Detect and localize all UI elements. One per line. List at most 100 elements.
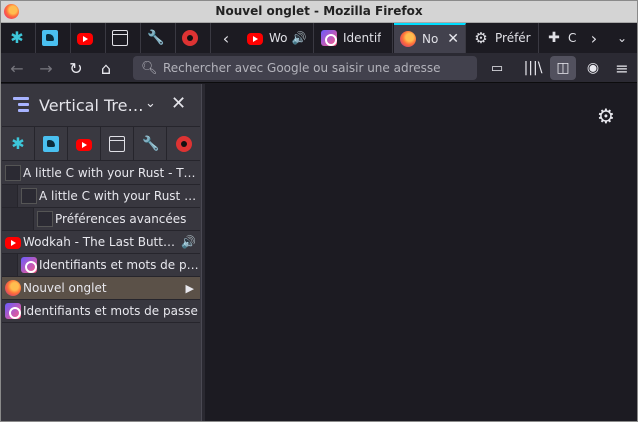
new-tab-page: ⚙: [205, 84, 637, 421]
tree-tab-label: A little C with your Rust - The …: [23, 166, 200, 180]
library-icon: |||\: [523, 60, 543, 76]
sidebar-icon: ◫: [556, 60, 570, 76]
youtube-icon: [5, 237, 21, 249]
tree-tab-identifiants-child[interactable]: Identifiants et mots de pa…: [2, 254, 200, 277]
hamburger-menu-icon: ≡: [615, 58, 629, 78]
pinned-tab-bird[interactable]: [36, 23, 71, 53]
pinned-tab-wrench[interactable]: 🔧: [134, 127, 167, 160]
tree-indent: [2, 208, 34, 230]
gear-icon[interactable]: ⚙: [597, 104, 615, 128]
pinned-tab-puzzle[interactable]: ✱: [2, 127, 35, 160]
tab-label: C: [568, 31, 577, 45]
pinned-tab-youtube[interactable]: [68, 127, 101, 160]
lock-icon: [321, 30, 337, 46]
play-arrow-icon: ▶: [185, 281, 194, 295]
extension-icon: ✚: [548, 30, 560, 46]
reload-button[interactable]: ↻: [64, 56, 88, 80]
tree-indent: [2, 185, 18, 207]
pinned-tab-window[interactable]: [101, 127, 134, 160]
red-record-icon: [182, 30, 198, 46]
tab-label: Identif: [343, 31, 382, 45]
account-button[interactable]: ◉: [581, 56, 605, 80]
tree-tab-rust-article[interactable]: A little C with your Rust - The …: [2, 162, 200, 185]
wrench-icon: 🔧: [142, 135, 160, 152]
sidebar-switcher-chevron-icon[interactable]: ⌄: [145, 96, 156, 111]
speaker-icon[interactable]: 🔊: [292, 31, 307, 45]
url-bar[interactable]: 🔍︎: [133, 56, 477, 80]
pinned-tab-window[interactable]: [106, 23, 141, 53]
blank-favicon-icon: [5, 165, 21, 181]
forward-button[interactable]: →: [34, 56, 58, 80]
sidebar-title[interactable]: Vertical Tre…: [39, 96, 143, 115]
tabs-scroll-left-button[interactable]: ‹: [215, 23, 237, 53]
pinned-tab-wrench[interactable]: 🔧: [141, 23, 176, 53]
reload-icon: ↻: [69, 58, 83, 78]
firefox-window: Nouvel onglet - Mozilla Firefox ✱ 🔧 ‹ Wo…: [0, 0, 638, 422]
tree-tab-label: Identifiants et mots de passe: [23, 304, 198, 318]
blank-favicon-icon: [37, 211, 53, 227]
tree-tab-label: Nouvel onglet: [23, 281, 107, 295]
pinned-tab-red[interactable]: [176, 23, 211, 53]
gear-icon: ⚙: [474, 29, 488, 47]
home-button[interactable]: ⌂: [94, 56, 118, 80]
chevron-left-icon: ‹: [222, 28, 230, 48]
wrench-icon: 🔧: [147, 30, 165, 46]
sidebar-tab-tree: A little C with your Rust - The … A litt…: [2, 162, 200, 323]
tree-tab-rust-article-child[interactable]: A little C with your Rust - T…: [2, 185, 200, 208]
library-button[interactable]: |||\: [521, 56, 545, 80]
lock-icon: [5, 303, 21, 319]
tab-extension[interactable]: ✚ C: [540, 23, 580, 53]
tab-label: No: [422, 32, 439, 46]
tab-nouvel-onglet[interactable]: No ✕: [394, 23, 466, 53]
arrow-right-icon: →: [39, 58, 53, 78]
speaker-icon[interactable]: 🔊: [181, 235, 196, 249]
sidebar-toggle-button[interactable]: ◫: [550, 56, 576, 80]
tree-tab-identifiants[interactable]: Identifiants et mots de passe: [2, 300, 200, 323]
navigation-toolbar: ← → ↻ ⌂ 🔍︎ ▭ |||\ ◫ ◉ ≡: [1, 53, 637, 83]
tree-tab-label: Identifiants et mots de pa…: [39, 258, 200, 272]
chevron-down-icon: ⌄: [616, 31, 628, 45]
sidebar-close-icon[interactable]: ✕: [171, 93, 186, 114]
tree-tab-wodkah[interactable]: Wodkah - The Last Butterf… 🔊: [2, 231, 200, 254]
tab-label: Wo: [269, 31, 288, 45]
tab-preferences[interactable]: ⚙ Préfér: [467, 23, 539, 53]
pinned-tab-red[interactable]: [167, 127, 200, 160]
pinned-tab-youtube[interactable]: [71, 23, 106, 53]
pinned-tab-bird[interactable]: [35, 127, 68, 160]
firefox-icon: [5, 280, 21, 296]
tree-tab-label: A little C with your Rust - T…: [39, 189, 200, 203]
home-icon: ⌂: [100, 58, 112, 78]
new-container-tab-button[interactable]: ▭: [485, 56, 509, 80]
youtube-icon: [247, 33, 263, 45]
tree-tab-nouvel-onglet[interactable]: Nouvel onglet ▶: [2, 277, 200, 300]
bird-icon: [42, 30, 58, 46]
puzzle-icon: ✱: [11, 133, 25, 153]
tree-tab-label: Wodkah - The Last Butterf…: [23, 235, 182, 249]
account-icon: ◉: [586, 60, 600, 76]
back-button[interactable]: ←: [5, 56, 29, 80]
tab-strip: ✱ 🔧 ‹ Wo 🔊 Identif No ✕ ⚙ Préfér ✚ C › ⌄: [1, 23, 637, 53]
youtube-icon: [76, 138, 92, 151]
tabs-scroll-right-button[interactable]: ›: [583, 23, 605, 53]
tree-tab-preferences-avancees[interactable]: Préférences avancées: [2, 208, 200, 231]
menu-button[interactable]: ≡: [610, 56, 634, 80]
tree-tabs-icon: [13, 97, 29, 113]
close-tab-icon[interactable]: ✕: [447, 31, 459, 47]
url-input[interactable]: [163, 58, 477, 78]
chevron-right-icon: ›: [590, 28, 598, 48]
firefox-icon: [400, 31, 416, 47]
puzzle-icon: ✱: [10, 28, 24, 47]
arrow-left-icon: ←: [10, 58, 24, 78]
tab-label: Préfér: [495, 31, 531, 45]
blank-favicon-icon: [21, 188, 37, 204]
search-icon: 🔍︎: [141, 60, 158, 76]
red-record-icon: [175, 135, 192, 152]
bird-icon: [43, 135, 59, 152]
tab-youtube-wodkah[interactable]: Wo 🔊: [241, 23, 314, 53]
tab-identifiants[interactable]: Identif: [315, 23, 393, 53]
list-all-tabs-button[interactable]: ⌄: [611, 23, 633, 53]
title-bar: Nouvel onglet - Mozilla Firefox: [1, 1, 637, 23]
tree-tab-label: Préférences avancées: [55, 212, 187, 226]
pinned-tab-puzzle[interactable]: ✱: [3, 23, 36, 53]
sidebar-header: Vertical Tre… ⌄ ✕: [1, 84, 201, 126]
